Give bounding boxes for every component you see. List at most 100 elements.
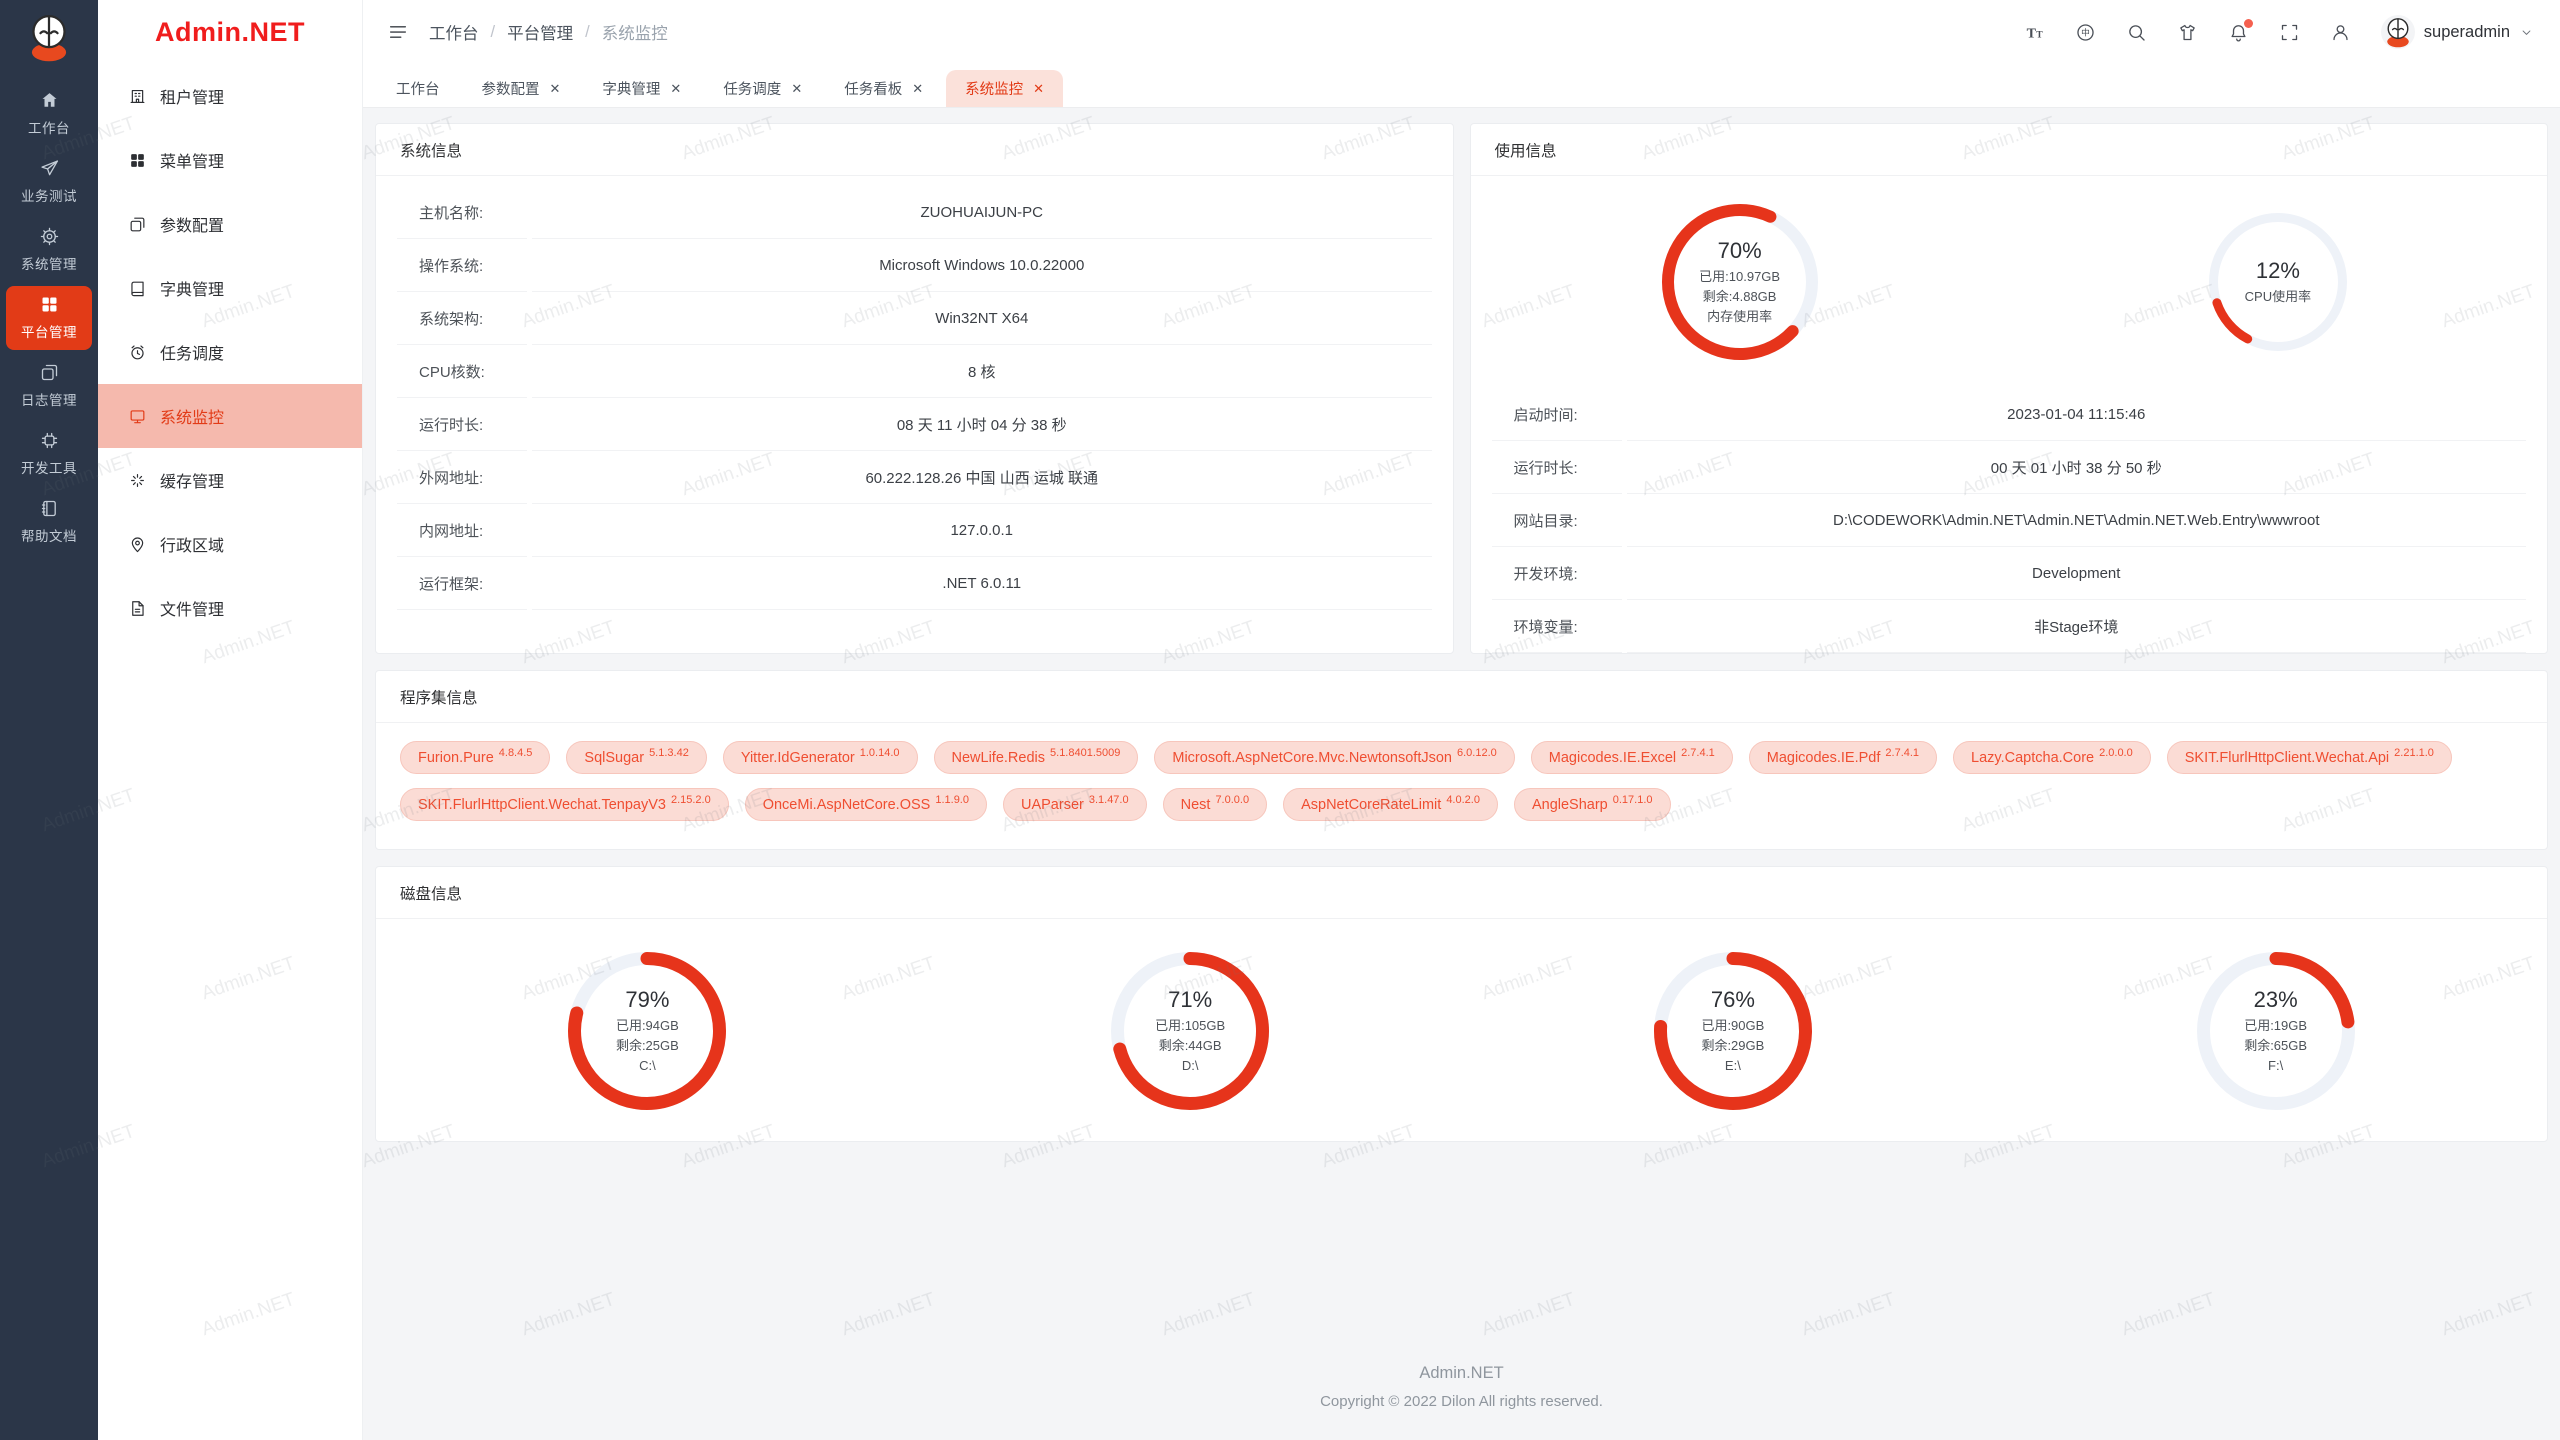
assembly-tag: Magicodes.IE.Excel2.7.4.1 — [1531, 741, 1733, 774]
search-icon[interactable] — [2126, 22, 2147, 43]
info-row: 系统架构:Win32NT X64 — [397, 292, 1432, 345]
rail-item-workbench[interactable]: 工作台 — [6, 82, 92, 146]
assembly-tag: AspNetCoreRateLimit4.0.2.0 — [1283, 788, 1498, 821]
sidebar-item-cache[interactable]: 缓存管理 — [98, 448, 362, 512]
gauge-line: 已用:19GB — [2244, 1016, 2307, 1035]
collapse-menu-icon[interactable] — [387, 21, 409, 43]
grid-icon — [39, 294, 60, 315]
svg-text:中: 中 — [2081, 26, 2090, 37]
rail-item-help-docs[interactable]: 帮助文档 — [6, 490, 92, 554]
sidebar-item-label: 租户管理 — [160, 84, 224, 108]
send-icon — [39, 158, 60, 179]
usage-gauges: 70% 已用:10.97GB剩余:4.88GB内存使用率 12% CPU使用率 — [1471, 176, 2548, 388]
sidebar-item-task[interactable]: 任务调度 — [98, 320, 362, 384]
sidebar-item-dict[interactable]: 字典管理 — [98, 256, 362, 320]
fullscreen-icon[interactable] — [2279, 22, 2300, 43]
assembly-tags: Furion.Pure4.8.4.5SqlSugar5.1.3.42Yitter… — [376, 723, 2547, 839]
gauge-percent: 12% — [2256, 258, 2300, 284]
breadcrumb-item[interactable]: 平台管理 — [507, 20, 573, 44]
info-label: 运行时长: — [397, 398, 527, 451]
footer-copyright: Copyright © 2022 Dilon All rights reserv… — [375, 1393, 2548, 1410]
tab-bar: 工作台参数配置✕字典管理✕任务调度✕ 任务看板 ✕ 系统监控 ✕ — [363, 64, 2560, 108]
home-icon — [39, 90, 60, 111]
assembly-name: Lazy.Captcha.Core — [1971, 750, 2094, 766]
sidebar-item-region[interactable]: 行政区域 — [98, 512, 362, 576]
profile-icon[interactable] — [2330, 22, 2351, 43]
sidebar-item-config[interactable]: 参数配置 — [98, 192, 362, 256]
rail-item-system-mgmt[interactable]: 系统管理 — [6, 218, 92, 282]
rail-item-log-mgmt[interactable]: 日志管理 — [6, 354, 92, 418]
tab-任务看板[interactable]: 任务看板 ✕ — [825, 70, 942, 107]
assembly-name: SKIT.FlurlHttpClient.Wechat.TenpayV3 — [418, 797, 666, 813]
breadcrumb-item[interactable]: 工作台 — [429, 20, 479, 44]
theme-icon[interactable] — [2177, 22, 2198, 43]
sidebar-item-label: 行政区域 — [160, 532, 224, 556]
assembly-tag: SKIT.FlurlHttpClient.Wechat.Api2.21.1.0 — [2167, 741, 2452, 774]
tab-close-icon[interactable]: ✕ — [912, 81, 923, 97]
gauge-text: 79% 已用:94GB剩余:25GBC:\ — [567, 951, 727, 1111]
assembly-tag: Furion.Pure4.8.4.5 — [400, 741, 550, 774]
sidebar-item-label: 文件管理 — [160, 596, 224, 620]
rail-item-label: 开发工具 — [21, 457, 77, 477]
info-value: 非Stage环境 — [1627, 600, 2527, 653]
rail-item-platform-mgmt[interactable]: 平台管理 — [6, 286, 92, 350]
tab-工作台[interactable]: 工作台 — [377, 70, 459, 107]
sidebar-item-monitor[interactable]: 系统监控 — [98, 384, 362, 448]
assembly-name: Nest — [1181, 797, 1211, 813]
gauge-percent: 71% — [1168, 987, 1212, 1013]
notification-icon[interactable] — [2228, 22, 2249, 43]
info-value: 8 核 — [532, 345, 1432, 398]
info-row: 环境变量:非Stage环境 — [1492, 600, 2527, 653]
rail-item-label: 日志管理 — [21, 389, 77, 409]
sidebar-item-tenant[interactable]: 租户管理 — [98, 64, 362, 128]
header-left: 工作台/平台管理/系统监控 — [387, 20, 668, 44]
info-label: 外网地址: — [397, 451, 527, 504]
info-value: ZUOHUAIJUN-PC — [532, 186, 1432, 239]
tab-任务调度[interactable]: 任务调度✕ — [704, 70, 821, 107]
tab-参数配置[interactable]: 参数配置✕ — [463, 70, 580, 107]
sidebar-item-label: 字典管理 — [160, 276, 224, 300]
primary-nav: 工作台 业务测试 系统管理 平台管理 日志管理 开发工具 帮助文档 — [0, 78, 98, 558]
tab-label: 系统监控 — [965, 78, 1023, 99]
info-value: .NET 6.0.11 — [532, 557, 1432, 610]
tab-close-icon[interactable]: ✕ — [550, 81, 561, 97]
chip-icon — [39, 430, 60, 451]
user-avatar — [2381, 15, 2415, 49]
tab-close-icon[interactable]: ✕ — [791, 81, 802, 97]
tab-close-icon[interactable]: ✕ — [670, 81, 681, 97]
assembly-tag: SqlSugar5.1.3.42 — [566, 741, 706, 774]
usage-info-card: 使用信息 70% 已用:10.97GB剩余:4.88GB内存使用率 12% CP… — [1470, 123, 2549, 654]
tab-系统监控[interactable]: 系统监控 ✕ — [946, 70, 1063, 107]
assembly-version: 5.1.8401.5009 — [1050, 747, 1120, 759]
rail-item-dev-tools[interactable]: 开发工具 — [6, 422, 92, 486]
sidebar-item-file[interactable]: 文件管理 — [98, 576, 362, 640]
gauge-line: 已用:10.97GB — [1699, 267, 1780, 286]
tab-close-icon[interactable]: ✕ — [1033, 81, 1044, 97]
info-row: 开发环境:Development — [1492, 547, 2527, 600]
info-label: CPU核数: — [397, 345, 527, 398]
assembly-name: OnceMi.AspNetCore.OSS — [763, 797, 931, 813]
footer-app-name: Admin.NET — [375, 1364, 2548, 1383]
breadcrumb-separator: / — [585, 23, 590, 42]
assembly-version: 2.7.4.1 — [1681, 747, 1715, 759]
info-row: 启动时间:2023-01-04 11:15:46 — [1492, 388, 2527, 441]
assembly-name: SqlSugar — [584, 750, 644, 766]
assembly-name: Magicodes.IE.Pdf — [1767, 750, 1881, 766]
assembly-tag: NewLife.Redis5.1.8401.5009 — [934, 741, 1139, 774]
primary-sidebar: 工作台 业务测试 系统管理 平台管理 日志管理 开发工具 帮助文档 — [0, 0, 98, 1440]
tab-字典管理[interactable]: 字典管理✕ — [583, 70, 700, 107]
page-footer: Admin.NET Copyright © 2022 Dilon All rig… — [375, 1364, 2548, 1410]
rail-item-label: 工作台 — [28, 117, 70, 137]
rail-item-business-test[interactable]: 业务测试 — [6, 150, 92, 214]
app-mascot-logo[interactable] — [22, 10, 76, 64]
disk-info-card: 磁盘信息 79% 已用:94GB剩余:25GBC:\ 71% 已用:105GB剩… — [375, 866, 2548, 1142]
assembly-tag: Magicodes.IE.Pdf2.7.4.1 — [1749, 741, 1937, 774]
font-size-icon[interactable]: TT — [2024, 22, 2045, 43]
locale-icon[interactable]: 中 — [2075, 22, 2096, 43]
gauge-memory: 70% 已用:10.97GB剩余:4.88GB内存使用率 — [1661, 203, 1819, 361]
sidebar-item-menu[interactable]: 菜单管理 — [98, 128, 362, 192]
card-title: 系统信息 — [376, 124, 1453, 176]
tab-label: 任务看板 — [844, 78, 902, 99]
user-menu[interactable]: superadmin — [2381, 15, 2534, 49]
assembly-version: 1.1.9.0 — [935, 794, 969, 806]
